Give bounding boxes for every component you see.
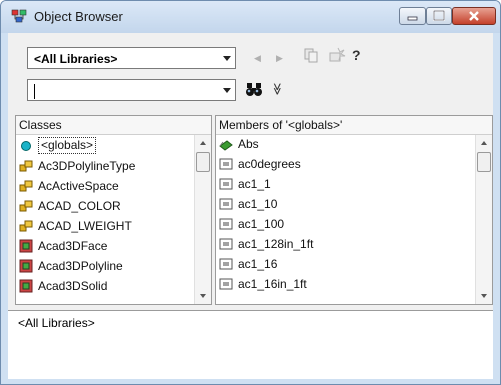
scroll-thumb[interactable] [477, 152, 491, 172]
constant-icon [219, 218, 233, 230]
maximize-button[interactable] [426, 7, 452, 25]
client-area: <All Libraries> ◀ ▶ ? ≫ Classes <globals… [8, 33, 493, 379]
search-combo[interactable] [27, 79, 236, 101]
maximize-icon [433, 10, 445, 21]
help-button[interactable]: ? [352, 47, 361, 63]
method-icon [219, 140, 233, 151]
forward-button[interactable]: ▶ [276, 50, 283, 66]
constant-icon [219, 278, 233, 290]
globals-icon [21, 141, 31, 151]
members-header: Members of '<globals>' [216, 116, 492, 135]
constant-icon [219, 198, 233, 210]
minimize-button[interactable] [399, 7, 426, 25]
close-button[interactable] [452, 7, 496, 25]
details-pane: <All Libraries> [8, 310, 493, 379]
scroll-thumb[interactable] [196, 152, 210, 172]
object-browser-app-icon [11, 9, 27, 23]
members-scrollbar[interactable] [475, 135, 492, 304]
scroll-up-icon[interactable] [200, 141, 206, 145]
classes-panel: Classes <globals> Ac3DPolylineType AcAct… [15, 115, 212, 305]
enum-icon [19, 220, 33, 232]
classes-scrollbar[interactable] [194, 135, 211, 304]
members-panel: Members of '<globals>' Abs ac0degrees ac… [215, 115, 493, 305]
class-icon [19, 259, 33, 273]
title-bar[interactable]: Object Browser [1, 1, 500, 33]
constant-icon [219, 158, 233, 170]
constant-icon [219, 178, 233, 190]
enum-icon [19, 180, 33, 192]
scroll-down-icon[interactable] [200, 294, 206, 298]
chevron-down-icon[interactable] [223, 56, 231, 61]
scroll-up-icon[interactable] [481, 141, 487, 145]
scroll-down-icon[interactable] [481, 294, 487, 298]
constant-icon [219, 258, 233, 270]
toggle-search-results-button[interactable]: ≫ [269, 83, 285, 96]
view-definition-icon[interactable] [328, 46, 346, 64]
object-browser-window: Object Browser <All Libraries> ◀ ▶ ? ≫ C… [0, 0, 501, 385]
enum-icon [19, 200, 33, 212]
enum-icon [19, 160, 33, 172]
class-item-globals[interactable]: <globals> [16, 136, 196, 156]
minimize-icon [407, 16, 418, 21]
close-icon [469, 11, 479, 21]
class-icon [19, 239, 33, 253]
window-title: Object Browser [34, 9, 123, 24]
constant-icon [219, 238, 233, 250]
binoculars-icon[interactable] [244, 80, 264, 98]
copy-icon[interactable] [303, 47, 319, 63]
chevron-down-icon[interactable] [223, 88, 231, 93]
back-button[interactable]: ◀ [254, 50, 261, 66]
library-select[interactable]: <All Libraries> [27, 47, 236, 69]
class-icon [19, 279, 33, 293]
details-text: <All Libraries> [18, 316, 95, 330]
library-select-value: <All Libraries> [34, 52, 118, 66]
text-caret [34, 84, 35, 99]
classes-header: Classes [16, 116, 211, 135]
